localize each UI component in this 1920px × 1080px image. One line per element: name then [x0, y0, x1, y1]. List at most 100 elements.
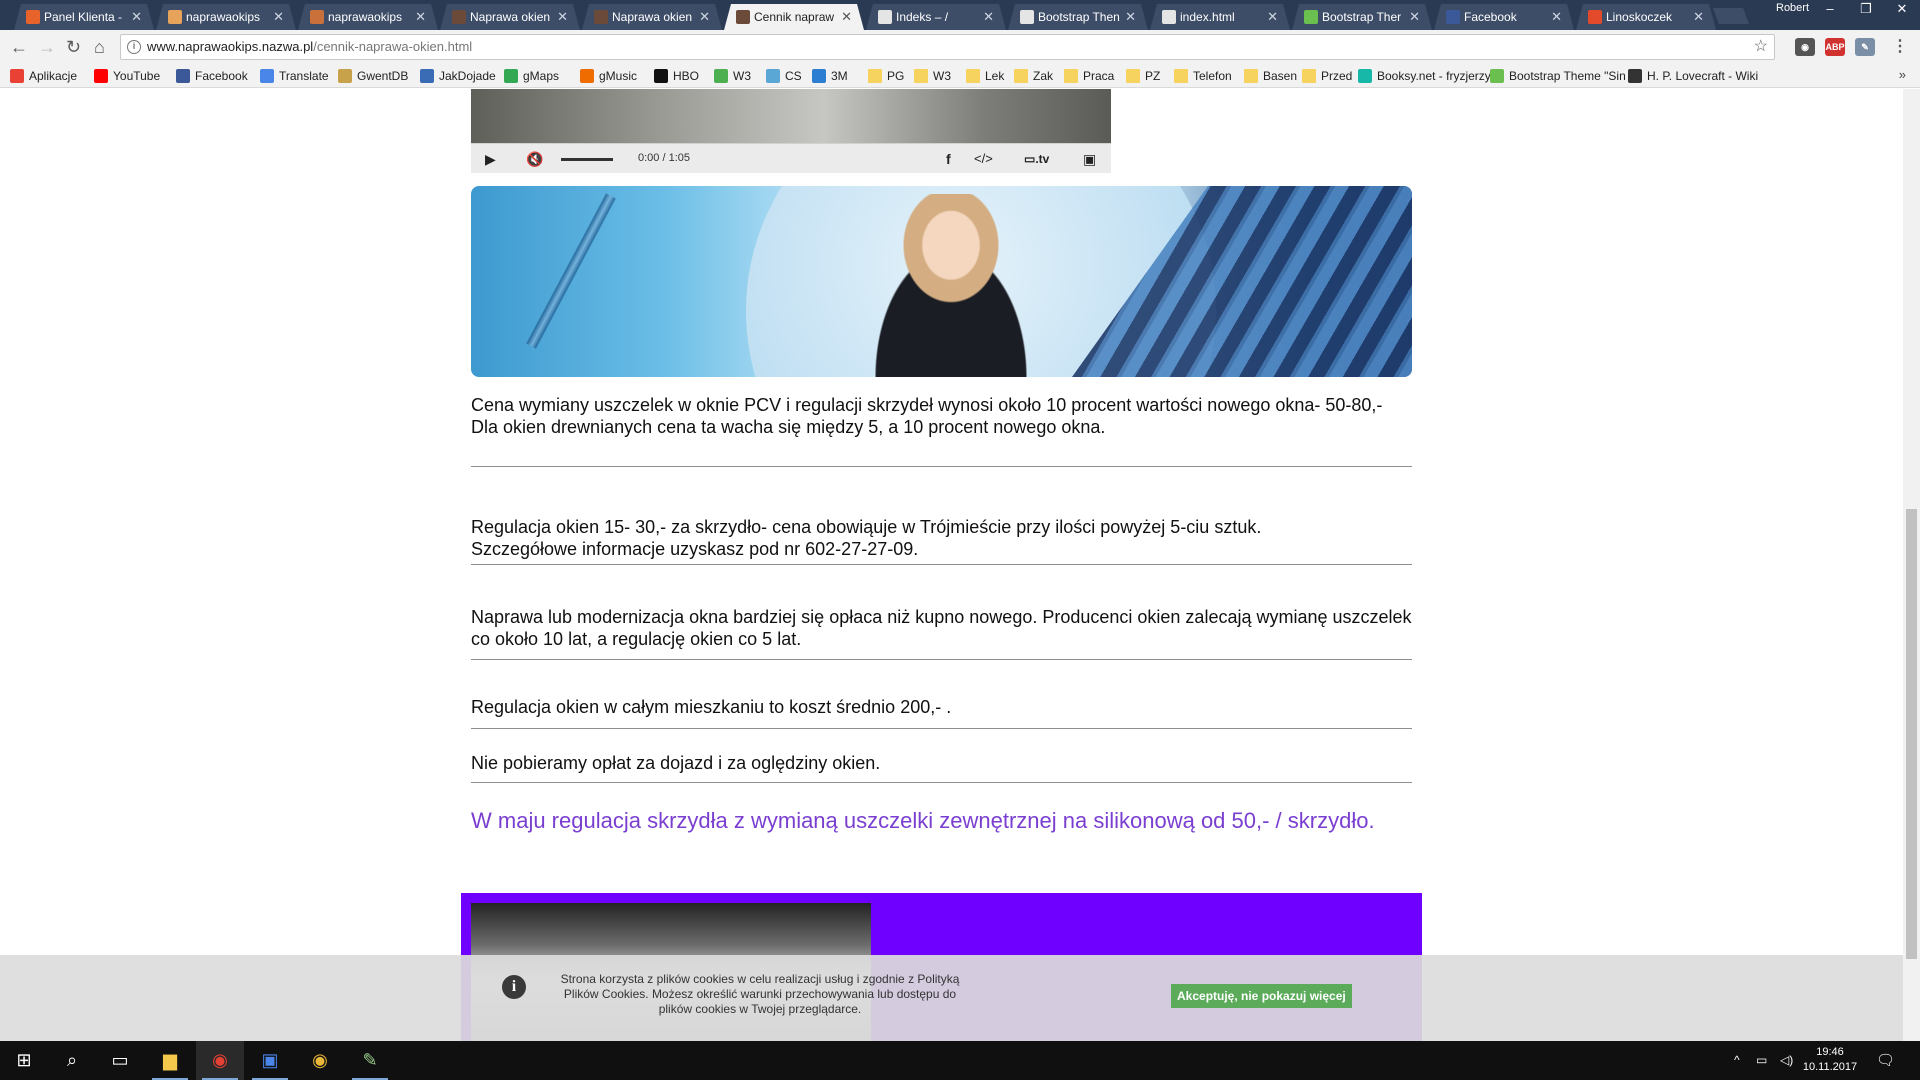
extension-eye-icon[interactable]: ◉ [1795, 38, 1815, 56]
bookmark-item[interactable]: H. P. Lovecraft - Wiki [1628, 68, 1758, 84]
tab-label: naprawaokips [328, 10, 403, 24]
bookmark-item[interactable]: Translate [260, 68, 329, 84]
chrome-alt-icon[interactable]: ◉ [296, 1041, 344, 1080]
tab-close-icon[interactable]: ✕ [273, 4, 284, 30]
search-icon[interactable]: ⌕ [48, 1041, 96, 1080]
bookmark-item[interactable]: PZ [1126, 68, 1160, 84]
scrollbar-thumb[interactable] [1906, 509, 1917, 959]
menu-icon[interactable]: ⋮ [1890, 38, 1910, 56]
browser-tab[interactable]: Bootstrap Ther ✕ [1292, 4, 1432, 30]
mute-icon[interactable]: 🔇 [526, 150, 543, 168]
tab-close-icon[interactable]: ✕ [1409, 4, 1420, 30]
facebook-share-icon[interactable]: f [946, 150, 951, 168]
bookmark-item[interactable]: GwentDB [338, 68, 408, 84]
bookmark-item[interactable]: JakDojade [420, 68, 496, 84]
bookmark-star-icon[interactable]: ☆ [1754, 35, 1768, 59]
tab-close-icon[interactable]: ✕ [699, 4, 710, 30]
maximize-icon[interactable]: ❐ [1848, 0, 1884, 18]
bookmark-item[interactable]: Zak [1014, 68, 1053, 84]
reload-icon[interactable]: ↻ [66, 37, 81, 57]
page-scrollbar[interactable] [1903, 89, 1920, 1041]
browser-tab[interactable]: Indeks – / ✕ [866, 4, 1006, 30]
home-icon[interactable]: ⌂ [94, 37, 105, 57]
bookmark-item[interactable]: Przed [1302, 68, 1352, 84]
bookmark-item[interactable]: 3M [812, 68, 848, 84]
bookmark-item[interactable]: W3 [714, 68, 751, 84]
video-brand-logo[interactable]: ▭.tv [1024, 150, 1049, 168]
bookmark-item[interactable]: YouTube [94, 68, 160, 84]
tab-close-icon[interactable]: ✕ [983, 4, 994, 30]
bookmark-item[interactable]: gMaps [504, 68, 559, 84]
browser-tab[interactable]: Panel Klienta - ✕ [14, 4, 154, 30]
tab-close-icon[interactable]: ✕ [1267, 4, 1278, 30]
network-icon[interactable]: ▭ [1756, 1041, 1767, 1080]
volume-slider[interactable] [561, 158, 613, 161]
bookmark-item[interactable]: gMusic [580, 68, 637, 84]
notifications-icon[interactable]: 🗨 [1876, 1041, 1895, 1080]
forward-icon[interactable]: → [38, 37, 56, 57]
browser-tab[interactable]: Facebook ✕ [1434, 4, 1574, 30]
video-frame[interactable] [471, 89, 1111, 143]
bookmark-item[interactable]: HBO [654, 68, 699, 84]
bookmark-item[interactable]: Bootstrap Theme "Sin [1490, 68, 1626, 84]
tab-close-icon[interactable]: ✕ [1551, 4, 1562, 30]
browser-tab[interactable]: naprawaokips ✕ [298, 4, 438, 30]
bookmarks-overflow-icon[interactable]: » [1899, 67, 1906, 82]
clock[interactable]: 19:46 10.11.2017 [1800, 1045, 1860, 1075]
fullscreen-icon[interactable]: ▣ [1083, 150, 1096, 168]
minimize-icon[interactable]: – [1812, 0, 1848, 18]
bookmark-item[interactable]: Praca [1064, 68, 1114, 84]
bookmark-item[interactable]: W3 [914, 68, 951, 84]
accept-cookies-button[interactable]: Akceptuję, nie pokazuj więcej [1171, 984, 1352, 1008]
browser-tab[interactable]: Bootstrap Then ✕ [1008, 4, 1148, 30]
adblock-icon[interactable]: ABP [1825, 38, 1845, 56]
chrome-icon[interactable]: ◉ [196, 1041, 244, 1080]
play-icon[interactable]: ▶ [485, 150, 496, 168]
tab-close-icon[interactable]: ✕ [1125, 4, 1136, 30]
3m-icon [812, 69, 826, 83]
bookmark-label: Basen [1263, 69, 1298, 83]
bookmark-item[interactable]: Facebook [176, 68, 248, 84]
bookmark-label: CS [785, 69, 802, 83]
tab-close-icon[interactable]: ✕ [415, 4, 426, 30]
site-info-icon[interactable]: i [127, 40, 141, 54]
volume-icon[interactable]: ◁) [1780, 1041, 1793, 1080]
browser-tab[interactable]: Linoskoczek ✕ [1576, 4, 1716, 30]
extension-pen-icon[interactable]: ✎ [1855, 38, 1875, 56]
tab-close-icon[interactable]: ✕ [557, 4, 568, 30]
bookmark-item[interactable]: Aplikacje [10, 68, 77, 84]
close-window-icon[interactable]: ✕ [1884, 0, 1920, 18]
start-icon[interactable]: ⊞ [0, 1041, 48, 1080]
browser-tab[interactable]: Naprawa okien ✕ [440, 4, 580, 30]
bookmark-item[interactable]: Telefon [1174, 68, 1232, 84]
browser-tab[interactable]: naprawaokips ✕ [156, 4, 296, 30]
bookmark-item[interactable]: Basen [1244, 68, 1297, 84]
app-window-icon[interactable]: ▣ [246, 1041, 294, 1080]
bookmark-item[interactable]: PG [868, 68, 904, 84]
tab-close-icon[interactable]: ✕ [131, 4, 142, 30]
bookmark-item[interactable]: Booksy.net - fryzjerzy [1358, 68, 1491, 84]
task-view-icon[interactable]: ▭ [96, 1041, 144, 1080]
hero-banner-image [471, 186, 1412, 377]
browser-tab[interactable]: Naprawa okien ✕ [582, 4, 722, 30]
profile-name[interactable]: Robert [1776, 2, 1809, 14]
bookmark-item[interactable]: CS [766, 68, 802, 84]
bookmark-item[interactable]: Lek [966, 68, 1004, 84]
tray-chevron-icon[interactable]: ^ [1734, 1041, 1740, 1080]
folder-icon [914, 69, 928, 83]
embed-code-icon[interactable]: </> [974, 150, 993, 168]
browser-tab[interactable]: index.html ✕ [1150, 4, 1290, 30]
address-bar[interactable]: i www.naprawaokips.nazwa.pl/cennik-napra… [120, 34, 1775, 60]
tab-close-icon[interactable]: ✕ [841, 4, 852, 30]
file-explorer-icon[interactable]: ▆ [146, 1041, 194, 1080]
tab-favicon-icon [26, 10, 40, 24]
browser-tab[interactable]: Cennik napraw ✕ [724, 4, 864, 30]
paint-icon[interactable]: ✎ [346, 1041, 394, 1080]
bookmark-label: HBO [673, 69, 700, 83]
tab-close-icon[interactable]: ✕ [1693, 4, 1704, 30]
divider [471, 782, 1412, 783]
new-tab-button[interactable] [1713, 8, 1749, 24]
back-icon[interactable]: ← [10, 37, 28, 57]
video-player[interactable]: ▶ 🔇 0:00 / 1:05 f </> ▭.tv ▣ [471, 89, 1111, 173]
tab-favicon-icon [1162, 10, 1176, 24]
